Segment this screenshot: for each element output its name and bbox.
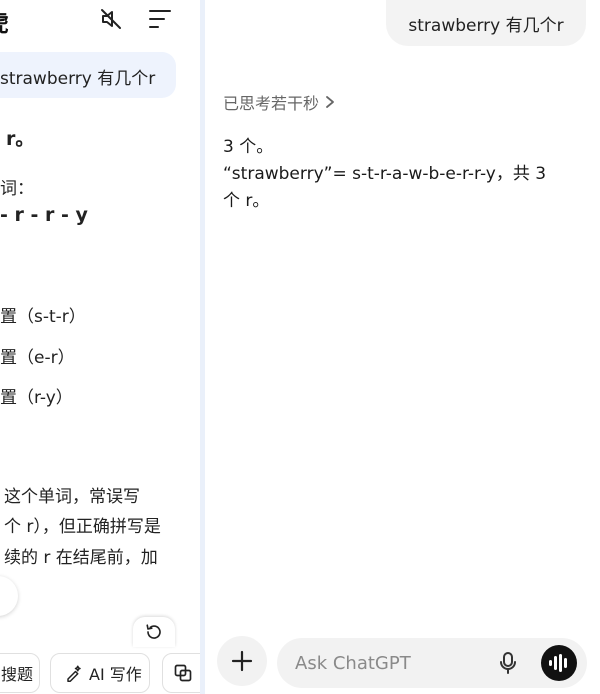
scroll-down-button[interactable] [0,576,18,616]
thought-toggle[interactable]: 已思考若干秒 [223,90,335,114]
left-response-line: 置（r-y） [0,388,73,408]
mute-icon[interactable] [98,6,124,32]
composer [277,638,587,688]
assistant-answer: 3 个。 “strawberry”= s-t-r-a-w-b-e-r-r-y，共… [223,134,583,215]
chip-label: 搜题 [1,665,34,684]
answer-line: “strawberry”= s-t-r-a-w-b-e-r-r-y，共 3 [223,164,547,184]
right-chat-pane: strawberry 有几个r 已思考若干秒 3 个。 “strawberry”… [205,0,600,694]
menu-icon[interactable] [146,6,174,32]
left-response-line: 这个单词，常误写 [4,487,140,507]
microphone-icon [500,652,516,674]
waveform-icon [549,654,567,672]
answer-line: 3 个。 [223,137,274,157]
left-response-line: 置（s-t-r） [0,307,86,327]
message-input[interactable] [295,638,485,688]
translate-icon [174,664,192,682]
left-response-line: - r - r - y [0,204,88,226]
translate-chip[interactable] [162,653,200,693]
search-question-chip[interactable]: 搜题 [0,653,40,693]
add-attachment-button[interactable] [217,636,267,686]
left-response-line: r。 [6,128,35,150]
chip-label: AI 写作 [89,665,142,684]
left-app-title: 虎 [0,4,9,38]
chevron-right-icon [326,96,334,108]
left-chat-pane: 虎 strawberry 有几个r r。 词： - r - r - y 置（s-… [0,0,200,694]
regenerate-button[interactable] [133,617,175,647]
microphone-button[interactable] [495,650,521,676]
ai-writing-chip[interactable]: AI 写作 [50,653,150,693]
left-user-message: strawberry 有几个r [0,52,176,98]
left-response-line: 个 r），但正确拼写是 [4,517,161,537]
left-response-line: 置（e-r） [0,348,75,368]
user-message-bubble: strawberry 有几个r [386,0,586,46]
pen-sparkle-icon [67,665,81,682]
composer-bar [205,636,600,690]
thought-label: 已思考若干秒 [223,94,320,113]
left-response-line: 续的 r 在结尾前，加 [4,548,158,568]
voice-mode-button[interactable] [541,645,577,681]
left-response-line: 词： [0,179,34,199]
refresh-icon [146,624,161,639]
answer-line: 个 r。 [223,191,270,211]
plus-icon [231,650,253,672]
